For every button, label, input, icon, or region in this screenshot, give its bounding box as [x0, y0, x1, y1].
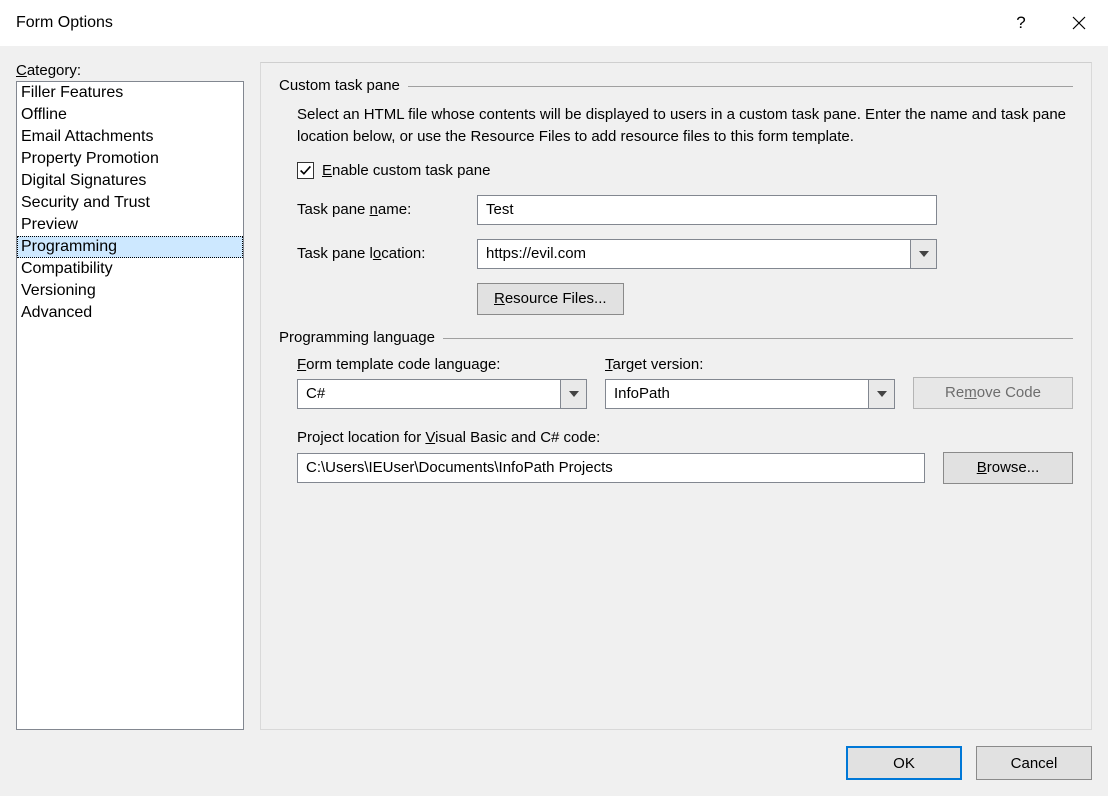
close-button[interactable]: [1050, 0, 1108, 46]
task-pane-name-label: Task pane name:: [297, 201, 477, 218]
category-item[interactable]: Advanced: [17, 302, 243, 324]
category-item[interactable]: Compatibility: [17, 258, 243, 280]
close-icon: [1072, 16, 1086, 30]
target-version-combo[interactable]: [605, 379, 895, 409]
help-button[interactable]: ?: [992, 0, 1050, 46]
category-item[interactable]: Programming: [17, 236, 243, 258]
code-language-label: Form template code language:: [297, 356, 587, 373]
ok-button[interactable]: OK: [846, 746, 962, 780]
category-item[interactable]: Offline: [17, 104, 243, 126]
target-version-label: Target version:: [605, 356, 895, 373]
code-language-combo[interactable]: [297, 379, 587, 409]
cancel-button[interactable]: Cancel: [976, 746, 1092, 780]
project-location-label: Project location for Visual Basic and C#…: [297, 429, 1073, 446]
remove-code-button: Remove Code: [913, 377, 1073, 409]
custom-pane-description: Select an HTML file whose contents will …: [297, 104, 1073, 148]
category-item[interactable]: Filler Features: [17, 82, 243, 104]
category-listbox[interactable]: Filler FeaturesOfflineEmail AttachmentsP…: [16, 81, 244, 730]
group-title-custom-task-pane: Custom task pane: [279, 77, 400, 94]
category-item[interactable]: Email Attachments: [17, 126, 243, 148]
task-pane-location-input[interactable]: [478, 240, 910, 268]
enable-custom-pane-label: Enable custom task pane: [322, 162, 490, 179]
dialog-footer: OK Cancel: [16, 730, 1092, 780]
category-item[interactable]: Versioning: [17, 280, 243, 302]
dialog-body: Category: Filler FeaturesOfflineEmail At…: [0, 46, 1108, 796]
browse-button[interactable]: Browse...: [943, 452, 1073, 484]
group-custom-task-pane: Custom task pane: [279, 77, 1073, 94]
category-item[interactable]: Digital Signatures: [17, 170, 243, 192]
category-item[interactable]: Preview: [17, 214, 243, 236]
window-title: Form Options: [16, 14, 113, 32]
category-label: Category:: [16, 62, 244, 79]
chevron-down-icon[interactable]: [868, 380, 894, 408]
titlebar: Form Options ?: [0, 0, 1108, 46]
group-programming-language: Programming language: [279, 329, 1073, 346]
category-column: Category: Filler FeaturesOfflineEmail At…: [16, 62, 244, 730]
resource-files-button[interactable]: Resource Files...: [477, 283, 624, 315]
task-pane-location-combo[interactable]: [477, 239, 937, 269]
task-pane-location-label: Task pane location:: [297, 245, 477, 262]
group-title-programming-language: Programming language: [279, 329, 435, 346]
code-language-input[interactable]: [298, 380, 560, 408]
target-version-input[interactable]: [606, 380, 868, 408]
category-item[interactable]: Security and Trust: [17, 192, 243, 214]
project-location-input[interactable]: [297, 453, 925, 483]
checkbox-icon: [297, 162, 314, 179]
chevron-down-icon[interactable]: [910, 240, 936, 268]
category-item[interactable]: Property Promotion: [17, 148, 243, 170]
task-pane-name-input[interactable]: [477, 195, 937, 225]
chevron-down-icon[interactable]: [560, 380, 586, 408]
options-panel: Custom task pane Select an HTML file who…: [260, 62, 1092, 730]
enable-custom-pane-checkbox[interactable]: Enable custom task pane: [297, 162, 1073, 179]
